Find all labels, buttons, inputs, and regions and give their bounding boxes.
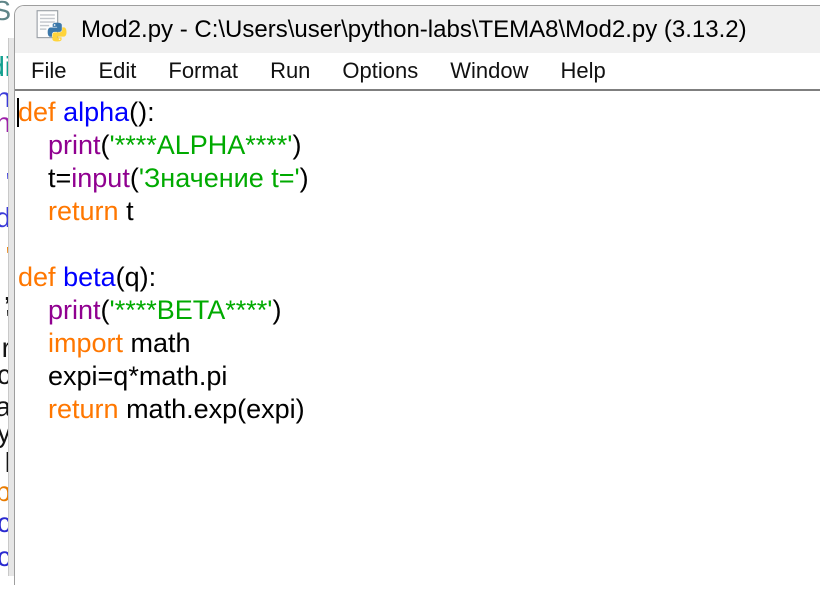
code-editor[interactable]: def alpha(): print('****ALPHA****') t=in…	[15, 91, 820, 589]
code-token: )	[300, 163, 309, 193]
menu-item-file[interactable]: File	[15, 58, 82, 84]
menu-item-options[interactable]: Options	[326, 58, 434, 84]
code-token: t	[119, 196, 134, 226]
code-token	[56, 262, 64, 292]
code-token	[18, 130, 48, 160]
code-token: print	[48, 295, 101, 325]
code-token: '****ALPHA****'	[110, 130, 293, 160]
code-token	[18, 394, 48, 424]
code-token	[56, 97, 64, 127]
code-token: )	[272, 295, 281, 325]
code-token: math.exp(expi)	[119, 394, 305, 424]
code-token: beta	[63, 262, 116, 292]
code-token: return	[48, 196, 119, 226]
code-line: print('****ALPHA****')	[18, 129, 820, 162]
code-token: 'Значение t='	[139, 163, 300, 193]
code-line: print('****BETA****')	[18, 294, 820, 327]
code-token	[18, 196, 48, 226]
code-token	[18, 295, 48, 325]
code-token: input	[71, 163, 130, 193]
code-token: import	[48, 328, 123, 358]
code-token: )	[292, 130, 301, 160]
code-token: (	[101, 130, 110, 160]
code-token	[18, 328, 48, 358]
menu-item-window[interactable]: Window	[434, 58, 544, 84]
code-line: return math.exp(expi)	[18, 393, 820, 426]
code-line	[18, 228, 820, 261]
code-line: return t	[18, 195, 820, 228]
idle-editor-window: Mod2.py - C:\Users\user\python-labs\TEMA…	[14, 5, 820, 585]
code-token: return	[48, 394, 119, 424]
code-token: expi=q*math.pi	[18, 361, 227, 391]
code-token: alpha	[63, 97, 129, 127]
menu-item-help[interactable]: Help	[545, 58, 622, 84]
code-token: print	[48, 130, 101, 160]
code-token: t=	[18, 163, 71, 193]
code-token: def	[18, 97, 56, 127]
code-line: import math	[18, 327, 820, 360]
python-file-icon	[35, 10, 69, 49]
menu-item-edit[interactable]: Edit	[82, 58, 152, 84]
code-token: '****BETA****'	[110, 295, 273, 325]
code-token: (	[101, 295, 110, 325]
window-title: Mod2.py - C:\Users\user\python-labs\TEMA…	[81, 16, 747, 44]
code-token: ():	[129, 97, 154, 127]
menu-item-format[interactable]: Format	[152, 58, 254, 84]
code-line: def beta(q):	[18, 261, 820, 294]
code-token: (	[130, 163, 139, 193]
code-token: def	[18, 262, 56, 292]
menu-bar: FileEditFormatRunOptionsWindowHelp	[15, 53, 820, 91]
code-token: math	[123, 328, 191, 358]
code-line: def alpha():	[18, 96, 820, 129]
title-bar[interactable]: Mod2.py - C:\Users\user\python-labs\TEMA…	[15, 6, 820, 53]
code-line: expi=q*math.pi	[18, 360, 820, 393]
code-line: t=input('Значение t=')	[18, 162, 820, 195]
code-token: (q):	[116, 262, 157, 292]
background-window-fragment: S	[0, 0, 11, 26]
menu-item-run[interactable]: Run	[254, 58, 326, 84]
